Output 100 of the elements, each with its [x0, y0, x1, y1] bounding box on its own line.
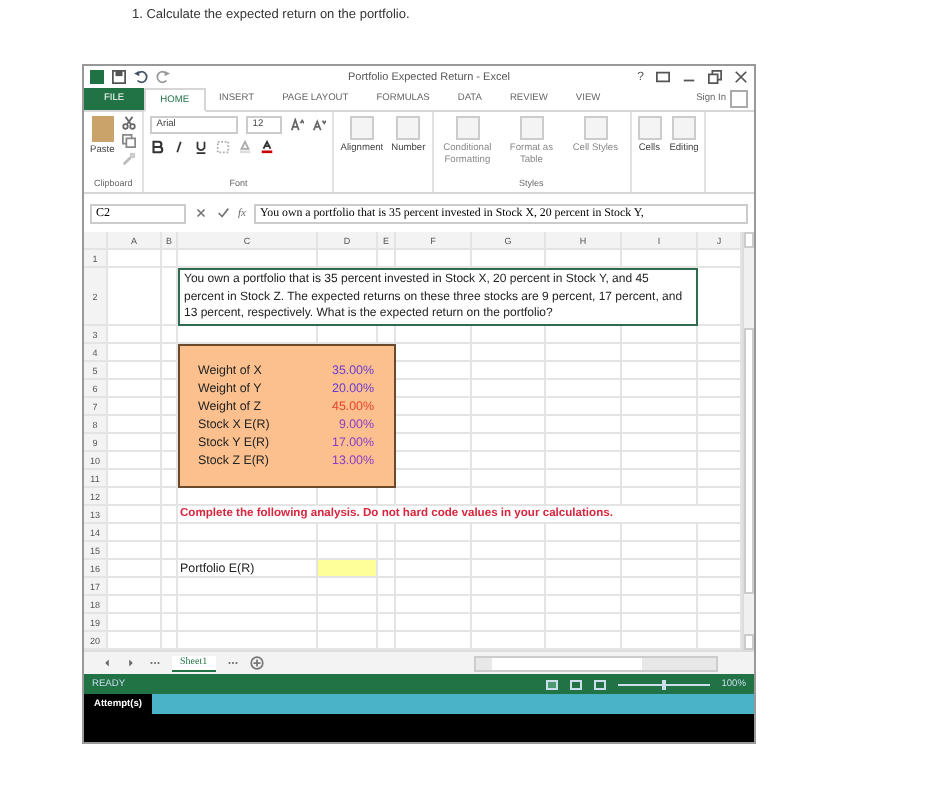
spreadsheet-cell[interactable] — [546, 380, 622, 398]
spreadsheet-cell[interactable] — [108, 344, 162, 362]
spreadsheet-cell[interactable] — [622, 434, 698, 452]
spreadsheet-cell[interactable] — [318, 614, 378, 632]
spreadsheet-cell[interactable] — [472, 362, 546, 380]
redo-icon[interactable] — [156, 70, 170, 84]
input-block-row[interactable] — [178, 470, 396, 488]
spreadsheet-cell[interactable] — [378, 488, 396, 506]
spreadsheet-cell[interactable] — [622, 542, 698, 560]
spreadsheet-cell[interactable] — [546, 452, 622, 470]
spreadsheet-cell[interactable] — [546, 416, 622, 434]
brush-icon[interactable] — [122, 152, 137, 166]
select-all-corner[interactable] — [84, 232, 108, 250]
horizontal-scrollbar[interactable] — [473, 655, 718, 671]
spreadsheet-cell[interactable] — [108, 434, 162, 452]
spreadsheet-cell[interactable] — [622, 398, 698, 416]
spreadsheet-cell[interactable] — [318, 524, 378, 542]
spreadsheet-cell[interactable] — [546, 362, 622, 380]
spreadsheet-cell[interactable] — [108, 596, 162, 614]
spreadsheet-cell[interactable] — [546, 250, 622, 268]
spreadsheet-cell[interactable] — [162, 560, 178, 578]
spreadsheet-cell[interactable] — [108, 250, 162, 268]
spreadsheet-cell[interactable] — [396, 250, 472, 268]
spreadsheet-cell[interactable] — [622, 362, 698, 380]
spreadsheet-cell[interactable] — [546, 470, 622, 488]
input-block-row[interactable] — [178, 344, 396, 362]
spreadsheet-cell[interactable] — [318, 578, 378, 596]
copy-icon[interactable] — [122, 134, 137, 148]
spreadsheet-cell[interactable] — [108, 326, 162, 344]
spreadsheet-cell[interactable] — [546, 614, 622, 632]
spreadsheet-cell[interactable] — [546, 578, 622, 596]
spreadsheet-cell[interactable] — [162, 488, 178, 506]
spreadsheet-cell[interactable] — [546, 434, 622, 452]
scroll-thumb[interactable] — [744, 328, 754, 594]
spreadsheet-cell[interactable] — [546, 524, 622, 542]
spreadsheet-cell[interactable] — [108, 578, 162, 596]
spreadsheet-cell[interactable] — [162, 250, 178, 268]
spreadsheet-cell[interactable] — [162, 542, 178, 560]
spreadsheet-cell[interactable] — [546, 398, 622, 416]
spreadsheet-cell[interactable] — [546, 488, 622, 506]
spreadsheet-cell[interactable] — [546, 344, 622, 362]
spreadsheet-cell[interactable] — [162, 268, 178, 326]
spreadsheet-cell[interactable] — [396, 488, 472, 506]
spreadsheet-cell[interactable] — [378, 524, 396, 542]
close-icon[interactable] — [734, 70, 748, 84]
spreadsheet-cell[interactable] — [108, 380, 162, 398]
font-color-icon[interactable] — [260, 140, 275, 154]
previous-sheet-icon[interactable] — [100, 656, 114, 670]
spreadsheet-cell[interactable] — [472, 524, 546, 542]
spreadsheet-cell[interactable] — [108, 268, 162, 326]
grow-font-icon[interactable] — [290, 118, 305, 132]
vertical-scrollbar[interactable] — [742, 232, 754, 650]
user-avatar-icon[interactable] — [730, 90, 748, 108]
italic-icon[interactable] — [172, 140, 187, 154]
spreadsheet-cell[interactable] — [472, 416, 546, 434]
spreadsheet-cell[interactable] — [396, 398, 472, 416]
spreadsheet-cell[interactable] — [472, 470, 546, 488]
shrink-font-icon[interactable] — [312, 118, 327, 132]
restore-icon[interactable] — [708, 70, 722, 84]
spreadsheet-cell[interactable] — [472, 560, 546, 578]
spreadsheet-cell[interactable] — [108, 416, 162, 434]
spreadsheet-cell[interactable] — [622, 470, 698, 488]
normal-view-icon[interactable] — [545, 679, 558, 689]
spreadsheet-cell[interactable] — [178, 578, 318, 596]
spreadsheet-cell[interactable] — [472, 488, 546, 506]
spreadsheet-cell[interactable] — [162, 596, 178, 614]
spreadsheet-cell[interactable] — [108, 506, 162, 524]
spreadsheet-cell[interactable] — [178, 542, 318, 560]
spreadsheet-cell[interactable] — [546, 326, 622, 344]
spreadsheet-cell[interactable] — [178, 614, 318, 632]
spreadsheet-cell[interactable] — [396, 596, 472, 614]
spreadsheet-cell[interactable] — [622, 250, 698, 268]
spreadsheet-cell[interactable] — [318, 250, 378, 268]
spreadsheet-cell[interactable] — [108, 362, 162, 380]
spreadsheet-cell[interactable] — [472, 434, 546, 452]
spreadsheet-cell[interactable] — [396, 560, 472, 578]
bold-icon[interactable] — [150, 140, 165, 154]
spreadsheet-cell[interactable] — [378, 578, 396, 596]
spreadsheet-cell[interactable] — [622, 452, 698, 470]
spreadsheet-cell[interactable] — [472, 578, 546, 596]
spreadsheet-cell[interactable] — [396, 380, 472, 398]
ribbon-display-icon[interactable] — [656, 70, 670, 84]
spreadsheet-cell[interactable] — [472, 596, 546, 614]
spreadsheet-cell[interactable] — [178, 596, 318, 614]
spreadsheet-cell[interactable] — [396, 362, 472, 380]
spreadsheet-cell[interactable] — [178, 488, 318, 506]
spreadsheet-cell[interactable] — [378, 250, 396, 268]
save-icon[interactable] — [112, 70, 126, 84]
spreadsheet-cell[interactable] — [378, 614, 396, 632]
spreadsheet-cell[interactable] — [162, 524, 178, 542]
spreadsheet-cell[interactable] — [622, 488, 698, 506]
scroll-up-button[interactable] — [744, 232, 754, 248]
spreadsheet-cell[interactable] — [108, 398, 162, 416]
spreadsheet-cell[interactable] — [546, 560, 622, 578]
cancel-icon[interactable] — [194, 206, 208, 220]
spreadsheet-cell[interactable] — [396, 416, 472, 434]
spreadsheet-cell[interactable] — [178, 250, 318, 268]
spreadsheet-cell[interactable] — [396, 542, 472, 560]
spreadsheet-cell[interactable] — [472, 250, 546, 268]
spreadsheet-cell[interactable] — [108, 488, 162, 506]
